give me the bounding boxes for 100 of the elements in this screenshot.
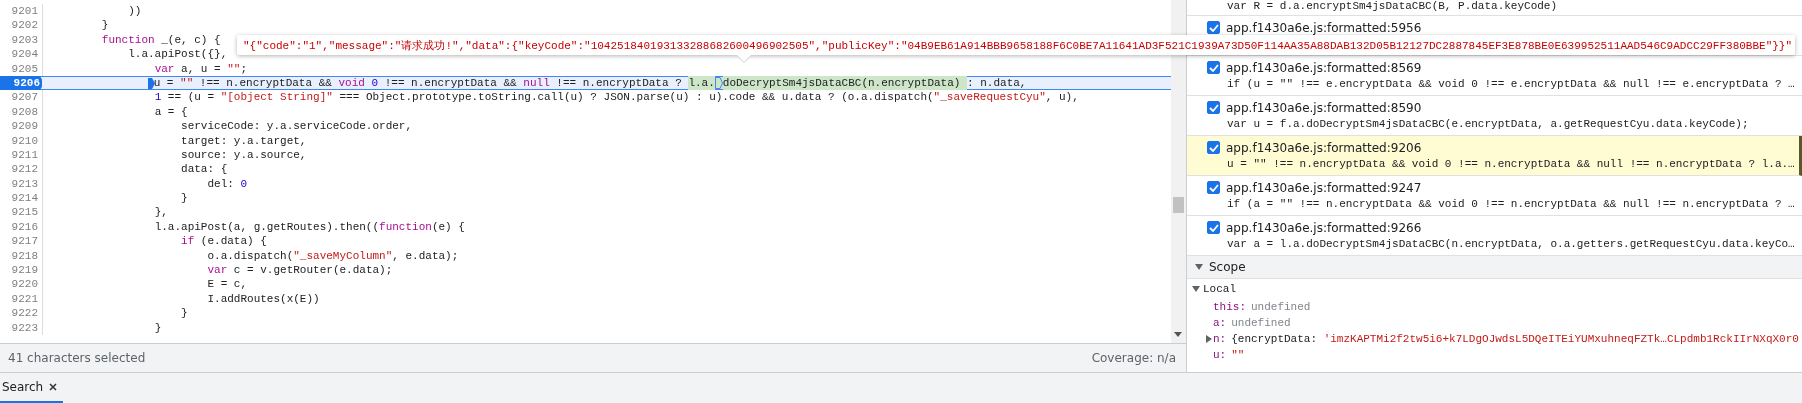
line-number[interactable]: 9209 [0, 119, 43, 134]
code-text: === Object.prototype.toString.call(u) ? JSON.parse(u) : u).code && u.data ? (o.a.dispatch( [339, 90, 934, 105]
string-text: "_saveMyColumn" [293, 248, 393, 264]
drawer-tab[interactable]: Search [0, 373, 64, 403]
value-text: undefined [1251, 301, 1311, 313]
expand-arrow-icon[interactable] [1195, 264, 1203, 270]
keyword-text: null [523, 75, 550, 91]
checkbox[interactable] [1207, 221, 1220, 234]
breakpoint-location[interactable]: app.f1430a6e.js:formatted:8590 [1226, 100, 1422, 115]
line-number[interactable]: 9203 [0, 32, 43, 48]
line-number[interactable]: 9213 [0, 176, 43, 192]
execution-marker-icon[interactable] [147, 77, 155, 89]
breakpoint-snippet: var a = l.a.doDecryptSm4jsDataCBC(n.encryptData, o.a.getters.getRequestCyu.data.keyCo… [1226, 237, 1796, 252]
code-text: !== n.encryptData && [384, 75, 518, 91]
checkbox[interactable] [1207, 141, 1220, 154]
line-number[interactable]: 9218 [0, 248, 43, 264]
code-text: u = [153, 75, 175, 91]
breakpoint-item[interactable]: app.f1430a6e.js:formatted:9206 u = "" !== n.encryptData && void 0 !== n.encryptData && null !== n.encryptData ? l.a.… [1187, 136, 1802, 176]
line-number[interactable]: 9211 [0, 147, 43, 163]
code-text: _(e, c) { [161, 32, 221, 48]
line-number[interactable]: 9207 [0, 90, 43, 105]
string-text: "" [227, 61, 241, 76]
code-text: del: [207, 176, 235, 192]
code-text: {encryptData: [1231, 333, 1319, 345]
keyword-text: function [101, 32, 155, 48]
tooltip-value: "{"code":"1","message":"请求成功!","data":{"keyCode":"104251840193133288682600496902505","publicKey":"04B9EB61A914BBB9658188F6C0BE7A11641AD3F521C1939A73D50F114AA35A88DAB132D05B12127DC2887845EF3E878BE0E639952511AAD546C9ADCC29FF380BBE"}}" [243, 38, 1793, 53]
code-text: source: y.a.source, [181, 147, 307, 163]
line-number[interactable]: 9222 [0, 306, 43, 321]
breakpoint-snippet: var R = d.a.encryptSm4jsDataCBC(B, P.data.keyCode) [1227, 0, 1558, 12]
checkbox[interactable] [1207, 101, 1220, 114]
keyword-text: var [154, 61, 175, 76]
close-icon[interactable] [49, 383, 58, 391]
code-text: } [101, 18, 109, 33]
breakpoint-snippet: u = "" !== n.encryptData && void 0 !== n.encryptData && null !== n.encryptData ? l.a.… [1226, 157, 1796, 172]
section-title: Scope [1209, 260, 1246, 274]
code-text: !== n.encryptData && [199, 75, 333, 91]
line-number[interactable]: 9202 [0, 18, 43, 33]
code-text: l.a.apiPost({}, [128, 47, 228, 62]
line-number[interactable]: 9204 [0, 47, 43, 62]
breakpoint-snippet: if (u = "" !== e.encryptData && void 0 !== e.encryptData && null !== e.encryptData ? … [1226, 77, 1796, 92]
code-text: serviceCode: y.a.serviceCode.order, [181, 119, 413, 134]
breakpoint-snippet: if (a = "" !== n.encryptData && void 0 !== n.encryptData && null !== n.encryptData ? … [1226, 197, 1796, 212]
line-number[interactable]: 9221 [0, 291, 43, 307]
checkbox[interactable] [1207, 181, 1220, 194]
breakpoint-snippet: var u = f.a.doDecryptSm4jsDataCBC(e.encryptData, a.getRequestCyu.data.keyCode); [1226, 117, 1750, 132]
line-number[interactable]: 9215 [0, 205, 43, 220]
string-text: "_saveRequestCyu" [933, 90, 1046, 105]
line-number[interactable]: 9214 [0, 191, 43, 206]
code-text: )) [128, 4, 142, 19]
variable-name: a: [1213, 317, 1227, 329]
expand-arrow-icon[interactable] [1206, 335, 1212, 343]
code-text: } [154, 320, 162, 335]
scope-group-label[interactable]: Local [1203, 283, 1236, 295]
breakpoint-location[interactable]: app.f1430a6e.js:formatted:9206 [1226, 140, 1422, 155]
string-text: "[object String]" [220, 90, 333, 105]
keyword-text: void [338, 75, 365, 91]
line-number[interactable]: 9220 [0, 277, 43, 292]
line-number[interactable]: 9217 [0, 234, 43, 249]
line-number[interactable]: 9205 [0, 61, 43, 76]
location-marker-icon[interactable] [714, 77, 723, 90]
code-text: (e) { [431, 219, 465, 235]
code-text: c = v.getRouter(e.data); [233, 263, 393, 278]
keyword-text: function [379, 219, 432, 235]
variable-name: this: [1213, 301, 1246, 313]
checkbox[interactable] [1207, 61, 1220, 74]
evaluated-expression: l.a. [688, 75, 715, 91]
coverage-status: Coverage: n/a [1091, 351, 1176, 365]
scrollbar-thumb[interactable] [1173, 197, 1184, 213]
code-text: }, [154, 205, 168, 220]
code-text: target: y.a.target, [181, 133, 307, 148]
checkbox[interactable] [1207, 21, 1220, 34]
evaluated-expression: doDecryptSm4jsDataCBC(n.encryptData) [722, 75, 968, 91]
line-number[interactable]: 9201 [0, 4, 43, 19]
code-text: o.a.dispatch( [207, 248, 294, 264]
value-text: undefined [1231, 317, 1291, 329]
line-number[interactable]: 9206 [0, 75, 42, 91]
string-text: "" [1231, 349, 1245, 361]
code-text: , u), [1045, 90, 1079, 105]
breakpoint-location[interactable]: app.f1430a6e.js:formatted:8569 [1226, 60, 1422, 75]
scroll-down-icon[interactable] [1174, 332, 1182, 337]
code-text: a = { [154, 104, 188, 120]
line-number[interactable]: 9216 [0, 219, 43, 235]
keyword-text: var [207, 263, 228, 278]
line-number[interactable]: 9212 [0, 162, 43, 177]
breakpoint-location[interactable]: app.f1430a6e.js:formatted:9247 [1226, 180, 1422, 195]
line-number[interactable]: 9210 [0, 133, 43, 148]
scope-header[interactable]: Scope [1187, 256, 1802, 279]
breakpoint-location[interactable]: app.f1430a6e.js:formatted:5956 [1226, 20, 1422, 35]
breakpoint-location[interactable]: app.f1430a6e.js:formatted:9266 [1226, 220, 1422, 235]
expand-arrow-icon[interactable] [1192, 286, 1200, 292]
string-text: "" [180, 75, 194, 91]
code-text: a, u = [181, 61, 222, 76]
code-text: ; [240, 61, 248, 76]
number-text: 0 [371, 75, 379, 91]
code-text: l.a.apiPost(a, g.getRoutes).then(( [154, 219, 380, 235]
selection-status: 41 characters selected [8, 351, 146, 365]
line-number[interactable]: 9219 [0, 263, 43, 278]
line-number[interactable]: 9208 [0, 104, 43, 120]
keyword-text: if [181, 234, 195, 249]
line-number[interactable]: 9223 [0, 320, 43, 335]
